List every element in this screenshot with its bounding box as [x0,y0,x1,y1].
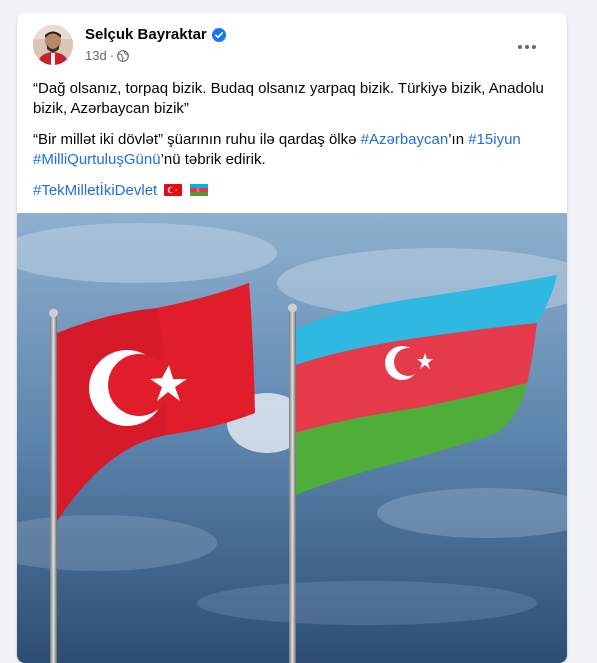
verified-badge-icon [211,27,226,42]
author-line: Selçuk Bayraktar [85,26,226,43]
more-options-icon [518,45,536,49]
author-avatar[interactable] [33,25,73,65]
flags-image [17,213,567,663]
post-header: Selçuk Bayraktar 13d · [17,13,567,73]
post-card: Selçuk Bayraktar 13d · “Dağ olsanız, tor… [17,13,567,663]
post-meta: 13d · [85,48,129,63]
post-paragraph-quote: “Dağ olsanız, torpaq bizik. Budaq olsanı… [33,80,544,117]
post-timestamp[interactable]: 13d [85,48,107,63]
author-name[interactable]: Selçuk Bayraktar [85,26,207,43]
hashtag-15iyun[interactable]: #15iyun [468,131,521,148]
post-paragraph-greeting: “Bir millət iki dövlət” şüarının ruhu il… [33,130,551,170]
hashtag-tek-millet-iki-devlet[interactable]: #TekMilletİkiDevlet [33,182,157,199]
post-paragraph-tags: #TekMilletİkiDevlet [33,181,551,201]
avatar-image [33,25,73,65]
post-photo[interactable] [17,213,567,663]
text-segment: ’ın [448,131,469,148]
post-text: “Dağ olsanız, torpaq bizik. Budaq olsanı… [33,79,551,212]
hashtag-milli-qurtulus-gunu[interactable]: #MilliQurtuluşGünü [33,151,161,168]
text-segment: ’nü təbrik edirik. [160,151,266,168]
hashtag-azerbaycan[interactable]: #Azərbaycan [361,131,449,148]
meta-separator: · [109,48,115,63]
turkey-flag-emoji [164,184,183,196]
azerbaijan-flag-emoji [189,184,208,196]
more-options-button[interactable] [509,33,545,61]
text-segment: “Bir millət iki dövlət” şüarının ruhu il… [33,131,361,148]
globe-icon[interactable] [117,49,129,62]
